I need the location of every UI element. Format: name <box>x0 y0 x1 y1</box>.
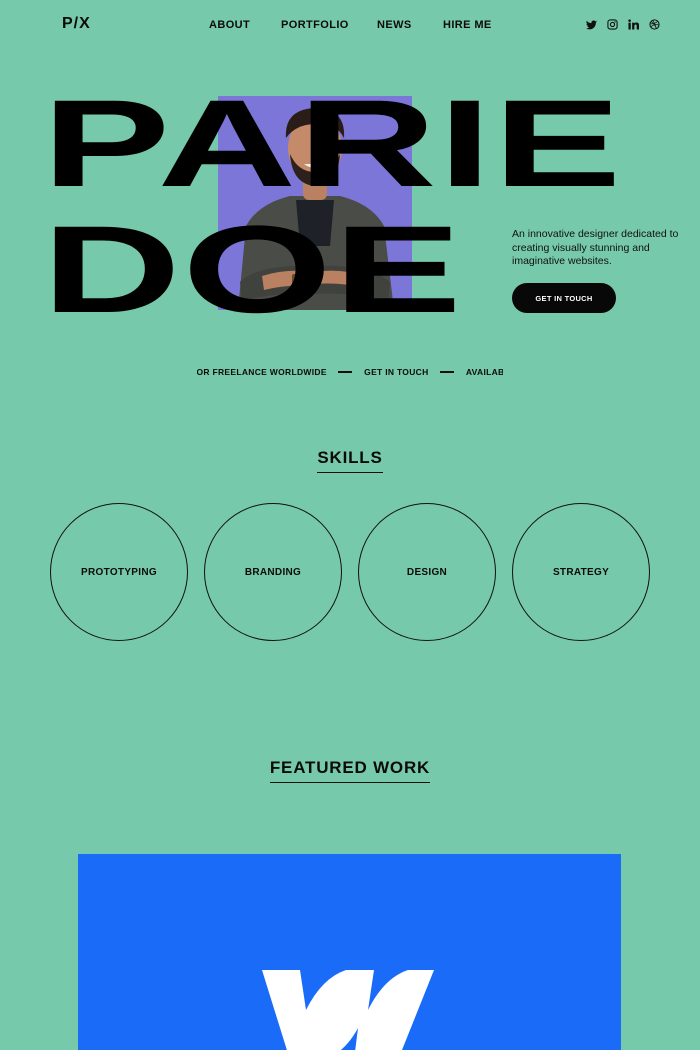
ticker-item: FOR FREELANCE WORLDWIDE <box>197 366 327 377</box>
skill-strategy: STRATEGY <box>512 503 650 641</box>
skill-branding: BRANDING <box>204 503 342 641</box>
dribbble-icon[interactable] <box>648 18 661 31</box>
twitter-icon[interactable] <box>585 18 598 31</box>
ticker-separator <box>440 371 455 373</box>
featured-work-card[interactable] <box>78 854 621 1050</box>
logo[interactable]: P/X <box>62 15 91 33</box>
social-links <box>585 18 661 31</box>
skills-list: PROTOTYPING BRANDING DESIGN STRATEGY <box>50 503 650 641</box>
hero-intro: An innovative designer dedicated to crea… <box>512 228 679 267</box>
skills-heading: SKILLS <box>0 448 700 473</box>
nav-portfolio[interactable]: PORTFOLIO <box>281 19 377 31</box>
skill-prototyping: PROTOTYPING <box>50 503 188 641</box>
ticker-item: AVAILABLE FOR FREELANCE WORLDWIDE <box>465 366 503 377</box>
skill-design: DESIGN <box>358 503 496 641</box>
featured-work-heading: FEATURED WORK <box>0 758 700 783</box>
get-in-touch-button[interactable]: GET IN TOUCH <box>512 283 616 313</box>
nav-news[interactable]: NEWS <box>377 19 443 31</box>
hero-first-name: PARIE <box>42 75 623 213</box>
ticker-separator <box>338 371 353 373</box>
linkedin-icon[interactable] <box>627 18 640 31</box>
marquee-ticker: FOR FREELANCE WORLDWIDE GET IN TOUCH AVA… <box>197 366 503 378</box>
main-nav: ABOUT PORTFOLIO NEWS HIRE ME <box>209 19 492 31</box>
hero-last-name: DOE <box>42 201 464 339</box>
ticker-item: GET IN TOUCH <box>364 366 429 377</box>
instagram-icon[interactable] <box>606 18 619 31</box>
nav-hire-me[interactable]: HIRE ME <box>443 19 492 31</box>
nav-about[interactable]: ABOUT <box>209 19 281 31</box>
webflow-logo-icon <box>262 970 434 1050</box>
